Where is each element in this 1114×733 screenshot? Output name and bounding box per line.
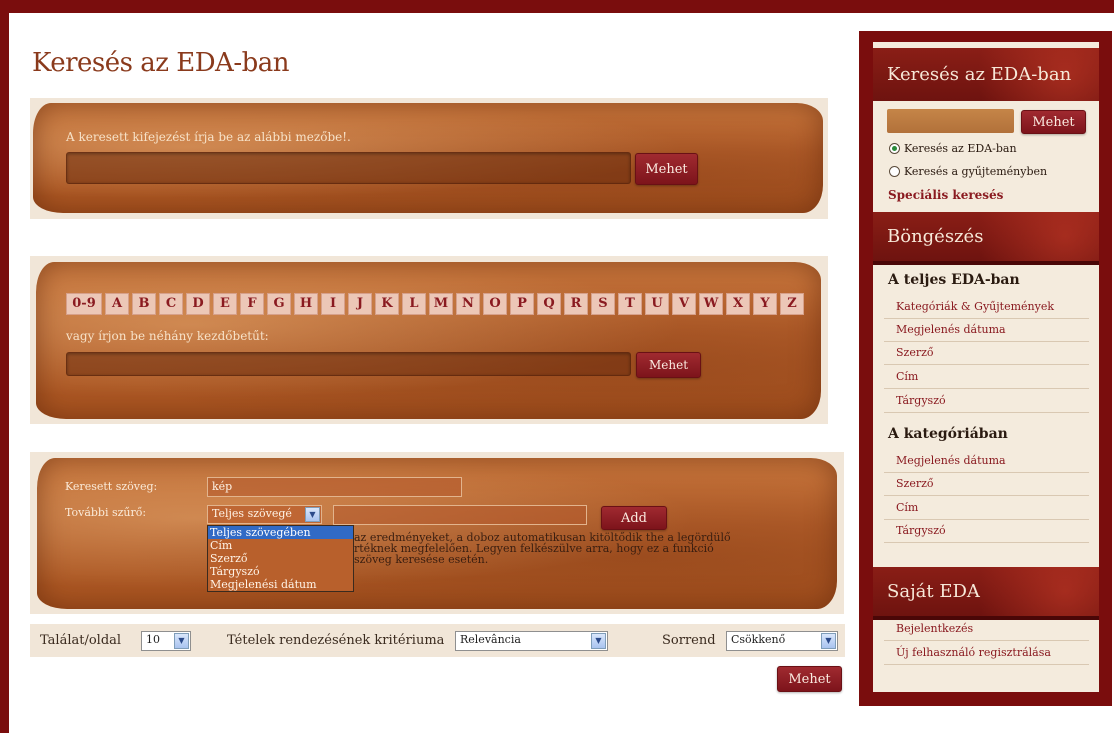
- filter-value-input[interactable]: [333, 505, 587, 525]
- letter-button[interactable]: A: [105, 293, 129, 315]
- radio-label: Keresés a gyűjteményben: [904, 165, 1048, 178]
- order-value: Csökkenő: [731, 633, 786, 646]
- radio-selected-icon: [889, 143, 900, 154]
- letter-button[interactable]: K: [375, 293, 399, 315]
- browse-section-category: A kategóriában: [888, 426, 1008, 442]
- filter-select-value: Teljes szövegé: [212, 507, 292, 520]
- letter-button[interactable]: Z: [780, 293, 804, 315]
- sidebar-item-author[interactable]: Szerző: [884, 342, 1089, 365]
- letter-button[interactable]: D: [186, 293, 210, 315]
- add-filter-button[interactable]: Add: [601, 506, 667, 530]
- per-page-label: Találat/oldal: [40, 633, 122, 648]
- letter-button[interactable]: Q: [537, 293, 561, 315]
- sidebar-item-register[interactable]: Új felhasználó regisztrálása: [884, 642, 1089, 665]
- radio-search-eda[interactable]: Keresés az EDA-ban: [889, 142, 1017, 155]
- sidebar-item-cat-author[interactable]: Szerző: [884, 473, 1089, 496]
- prefix-search-button[interactable]: Mehet: [636, 352, 701, 378]
- sidebar-browse-title: Böngészés: [873, 212, 1099, 265]
- chevron-down-icon[interactable]: ▼: [591, 633, 606, 649]
- radio-search-collection[interactable]: Keresés a gyűjteményben: [889, 165, 1047, 178]
- letter-button[interactable]: G: [267, 293, 291, 315]
- sort-value: Relevância: [460, 633, 521, 646]
- letter-button[interactable]: Y: [753, 293, 777, 315]
- per-page-select[interactable]: 10 ▼: [141, 631, 191, 651]
- letter-button[interactable]: X: [726, 293, 750, 315]
- filter-option[interactable]: Cím: [208, 539, 353, 552]
- filter-help-text: az eredményeket, a doboz automatikusan k…: [354, 532, 794, 565]
- letter-button[interactable]: C: [159, 293, 183, 315]
- radio-label: Keresés az EDA-ban: [904, 142, 1017, 155]
- letter-button[interactable]: E: [213, 293, 237, 315]
- sidebar-item-categories[interactable]: Kategóriák & Gyűjtemények: [884, 296, 1089, 319]
- left-frame-bar: [0, 0, 9, 733]
- filter-option[interactable]: Megjelenési dátum: [208, 578, 353, 591]
- page-title: Keresés az EDA-ban: [32, 48, 290, 78]
- sidebar-item-subject[interactable]: Tárgyszó: [884, 390, 1089, 413]
- letter-button[interactable]: P: [510, 293, 534, 315]
- radio-unselected-icon: [889, 166, 900, 177]
- sidebar-item-login[interactable]: Bejelentkezés: [884, 618, 1089, 641]
- letter-button[interactable]: I: [321, 293, 345, 315]
- chevron-down-icon[interactable]: ▼: [305, 507, 320, 522]
- filter-label: További szűrő:: [65, 506, 147, 519]
- per-page-value: 10: [146, 633, 160, 646]
- sort-select[interactable]: Relevância ▼: [455, 631, 608, 651]
- searched-text-input[interactable]: kép: [207, 477, 462, 497]
- submit-button[interactable]: Mehet: [777, 666, 842, 692]
- letter-button[interactable]: S: [591, 293, 615, 315]
- order-label: Sorrend: [662, 633, 716, 648]
- sidebar-item-cat-date[interactable]: Megjelenés dátuma: [884, 450, 1089, 473]
- letter-button[interactable]: W: [699, 293, 723, 315]
- letter-button[interactable]: V: [672, 293, 696, 315]
- sidebar-search-button[interactable]: Mehet: [1021, 110, 1086, 134]
- letter-button[interactable]: H: [294, 293, 318, 315]
- top-frame-bar: [0, 0, 1114, 13]
- simple-search-label: A keresett kifejezést írja be az alábbi …: [66, 130, 351, 144]
- sort-label: Tételek rendezésének kritériuma: [227, 633, 445, 648]
- letter-button[interactable]: N: [456, 293, 480, 315]
- sidebar-item-date[interactable]: Megjelenés dátuma: [884, 319, 1089, 342]
- sidebar-my-eda-title: Saját EDA: [873, 567, 1099, 620]
- prefix-input[interactable]: [66, 352, 631, 376]
- letter-button[interactable]: J: [348, 293, 372, 315]
- letter-button[interactable]: F: [240, 293, 264, 315]
- simple-search-button[interactable]: Mehet: [635, 153, 698, 185]
- letter-button[interactable]: O: [483, 293, 507, 315]
- sidebar-item-cat-subject[interactable]: Tárgyszó: [884, 520, 1089, 543]
- letter-button[interactable]: B: [132, 293, 156, 315]
- filter-option[interactable]: Szerző: [208, 552, 353, 565]
- filter-option[interactable]: Teljes szövegében: [208, 526, 353, 539]
- special-search-link[interactable]: Speciális keresés: [888, 188, 1003, 202]
- letter-button[interactable]: 0-9: [66, 293, 102, 315]
- alphabet-letter-row: 0-9 A B C D E F G H I J K L M N O P Q R S T U V W X Y Z: [66, 293, 804, 315]
- sidebar-item-cat-title[interactable]: Cím: [884, 497, 1089, 520]
- order-select[interactable]: Csökkenő ▼: [726, 631, 838, 651]
- prefix-label: vagy írjon be néhány kezdőbetűt:: [66, 329, 269, 343]
- simple-search-input[interactable]: [66, 152, 631, 184]
- letter-button[interactable]: T: [618, 293, 642, 315]
- filter-option[interactable]: Tárgyszó: [208, 565, 353, 578]
- letter-button[interactable]: M: [429, 293, 453, 315]
- letter-button[interactable]: R: [564, 293, 588, 315]
- filter-dropdown-list: Teljes szövegében Cím Szerző Tárgyszó Me…: [207, 525, 354, 592]
- browse-section-all: A teljes EDA-ban: [888, 272, 1020, 288]
- filter-select[interactable]: Teljes szövegé ▼: [207, 505, 322, 524]
- help-line: szöveg keresése esetén.: [354, 553, 489, 566]
- chevron-down-icon[interactable]: ▼: [174, 633, 189, 649]
- letter-button[interactable]: L: [402, 293, 426, 315]
- sidebar-search-input[interactable]: [887, 109, 1014, 133]
- sidebar-search-title: Keresés az EDA-ban: [873, 48, 1099, 101]
- sidebar-item-title[interactable]: Cím: [884, 366, 1089, 389]
- chevron-down-icon[interactable]: ▼: [821, 633, 836, 649]
- letter-button[interactable]: U: [645, 293, 669, 315]
- searched-text-label: Keresett szöveg:: [65, 480, 158, 493]
